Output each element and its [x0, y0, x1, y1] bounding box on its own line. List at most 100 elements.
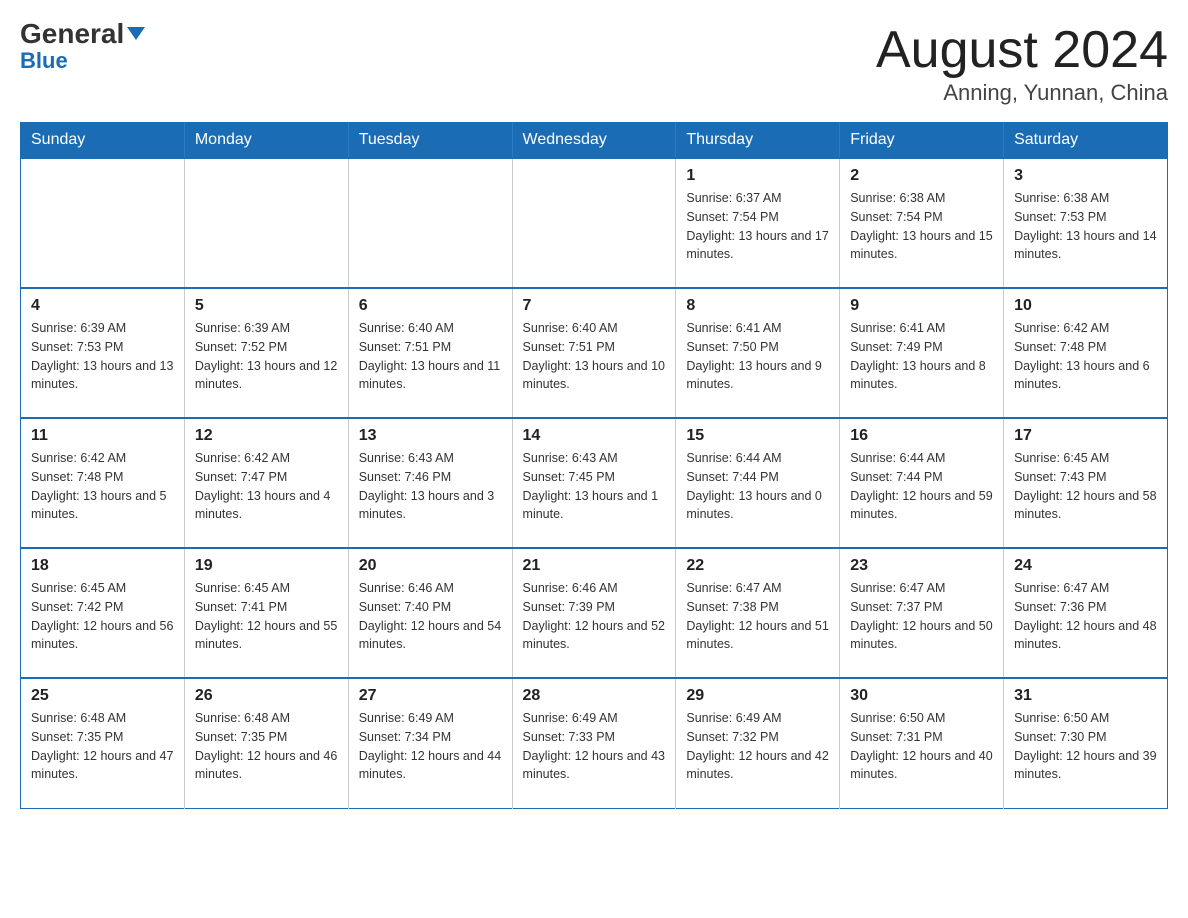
- calendar-cell: 18Sunrise: 6:45 AMSunset: 7:42 PMDayligh…: [21, 548, 185, 678]
- logo-general: General: [20, 20, 145, 48]
- month-title: August 2024: [876, 20, 1168, 80]
- day-info: Sunrise: 6:43 AMSunset: 7:45 PMDaylight:…: [523, 449, 666, 524]
- day-info: Sunrise: 6:46 AMSunset: 7:40 PMDaylight:…: [359, 579, 502, 654]
- day-info: Sunrise: 6:46 AMSunset: 7:39 PMDaylight:…: [523, 579, 666, 654]
- day-number: 5: [195, 297, 338, 315]
- calendar-cell: 23Sunrise: 6:47 AMSunset: 7:37 PMDayligh…: [840, 548, 1004, 678]
- day-number: 31: [1014, 687, 1157, 705]
- day-number: 28: [523, 687, 666, 705]
- week-row-4: 18Sunrise: 6:45 AMSunset: 7:42 PMDayligh…: [21, 548, 1168, 678]
- calendar-header-row: SundayMondayTuesdayWednesdayThursdayFrid…: [21, 123, 1168, 159]
- page-header: General Blue August 2024 Anning, Yunnan,…: [20, 20, 1168, 106]
- day-number: 17: [1014, 427, 1157, 445]
- calendar-cell: 14 Sunrise: 6:43 AMSunset: 7:45 PMDayligh…: [512, 418, 676, 548]
- day-info: Sunrise: 6:40 AMSunset: 7:51 PMDaylight:…: [523, 319, 666, 394]
- header-thursday: Thursday: [676, 123, 840, 159]
- calendar-cell: 4Sunrise: 6:39 AMSunset: 7:53 PMDaylight…: [21, 288, 185, 418]
- day-number: 6: [359, 297, 502, 315]
- day-info: Sunrise: 6:49 AMSunset: 7:34 PMDaylight:…: [359, 709, 502, 784]
- day-info: Sunrise: 6:42 AMSunset: 7:47 PMDaylight:…: [195, 449, 338, 524]
- day-number: 16: [850, 427, 993, 445]
- day-info: Sunrise: 6:48 AMSunset: 7:35 PMDaylight:…: [195, 709, 338, 784]
- calendar-cell: 8 Sunrise: 6:41 AMSunset: 7:50 PMDaylight…: [676, 288, 840, 418]
- day-number: 15: [686, 427, 829, 445]
- header-saturday: Saturday: [1004, 123, 1168, 159]
- calendar-cell: 17 Sunrise: 6:45 AMSunset: 7:43 PMDayligh…: [1004, 418, 1168, 548]
- day-number: 29: [686, 687, 829, 705]
- day-number: 1: [686, 167, 829, 185]
- day-info: Sunrise: 6:42 AMSunset: 7:48 PMDaylight:…: [1014, 319, 1157, 394]
- calendar-cell: [512, 158, 676, 288]
- day-number: 2: [850, 167, 993, 185]
- day-info: Sunrise: 6:44 AMSunset: 7:44 PMDaylight:…: [686, 449, 829, 524]
- day-number: 18: [31, 557, 174, 575]
- header-tuesday: Tuesday: [348, 123, 512, 159]
- week-row-2: 4Sunrise: 6:39 AMSunset: 7:53 PMDaylight…: [21, 288, 1168, 418]
- day-number: 8: [686, 297, 829, 315]
- header-wednesday: Wednesday: [512, 123, 676, 159]
- day-number: 23: [850, 557, 993, 575]
- day-info: Sunrise: 6:37 AMSunset: 7:54 PMDaylight:…: [686, 189, 829, 264]
- header-sunday: Sunday: [21, 123, 185, 159]
- day-info: Sunrise: 6:40 AMSunset: 7:51 PMDaylight:…: [359, 319, 502, 394]
- calendar-cell: 1 Sunrise: 6:37 AMSunset: 7:54 PMDaylight…: [676, 158, 840, 288]
- day-number: 4: [31, 297, 174, 315]
- calendar-cell: 5 Sunrise: 6:39 AMSunset: 7:52 PMDaylight…: [184, 288, 348, 418]
- day-info: Sunrise: 6:42 AMSunset: 7:48 PMDaylight:…: [31, 449, 174, 524]
- calendar-cell: 10 Sunrise: 6:42 AMSunset: 7:48 PMDayligh…: [1004, 288, 1168, 418]
- day-info: Sunrise: 6:48 AMSunset: 7:35 PMDaylight:…: [31, 709, 174, 784]
- logo-blue: Blue: [20, 48, 68, 74]
- day-number: 7: [523, 297, 666, 315]
- day-info: Sunrise: 6:41 AMSunset: 7:50 PMDaylight:…: [686, 319, 829, 394]
- calendar-cell: [348, 158, 512, 288]
- day-number: 21: [523, 557, 666, 575]
- day-info: Sunrise: 6:49 AMSunset: 7:33 PMDaylight:…: [523, 709, 666, 784]
- calendar-cell: 28 Sunrise: 6:49 AMSunset: 7:33 PMDayligh…: [512, 678, 676, 808]
- day-info: Sunrise: 6:38 AMSunset: 7:54 PMDaylight:…: [850, 189, 993, 264]
- calendar-cell: 27Sunrise: 6:49 AMSunset: 7:34 PMDayligh…: [348, 678, 512, 808]
- calendar-cell: [21, 158, 185, 288]
- calendar-cell: 24 Sunrise: 6:47 AMSunset: 7:36 PMDayligh…: [1004, 548, 1168, 678]
- day-info: Sunrise: 6:39 AMSunset: 7:52 PMDaylight:…: [195, 319, 338, 394]
- logo: General Blue: [20, 20, 145, 74]
- day-number: 22: [686, 557, 829, 575]
- day-number: 11: [31, 427, 174, 445]
- calendar-cell: 9Sunrise: 6:41 AMSunset: 7:49 PMDaylight…: [840, 288, 1004, 418]
- week-row-5: 25 Sunrise: 6:48 AMSunset: 7:35 PMDayligh…: [21, 678, 1168, 808]
- calendar-cell: 30 Sunrise: 6:50 AMSunset: 7:31 PMDayligh…: [840, 678, 1004, 808]
- day-info: Sunrise: 6:45 AMSunset: 7:41 PMDaylight:…: [195, 579, 338, 654]
- day-number: 13: [359, 427, 502, 445]
- title-area: August 2024 Anning, Yunnan, China: [876, 20, 1168, 106]
- day-info: Sunrise: 6:43 AMSunset: 7:46 PMDaylight:…: [359, 449, 502, 524]
- calendar-cell: 2 Sunrise: 6:38 AMSunset: 7:54 PMDaylight…: [840, 158, 1004, 288]
- day-info: Sunrise: 6:45 AMSunset: 7:43 PMDaylight:…: [1014, 449, 1157, 524]
- calendar-cell: 19Sunrise: 6:45 AMSunset: 7:41 PMDayligh…: [184, 548, 348, 678]
- calendar-cell: 15 Sunrise: 6:44 AMSunset: 7:44 PMDayligh…: [676, 418, 840, 548]
- day-number: 10: [1014, 297, 1157, 315]
- day-info: Sunrise: 6:50 AMSunset: 7:30 PMDaylight:…: [1014, 709, 1157, 784]
- day-info: Sunrise: 6:47 AMSunset: 7:38 PMDaylight:…: [686, 579, 829, 654]
- day-number: 26: [195, 687, 338, 705]
- day-info: Sunrise: 6:38 AMSunset: 7:53 PMDaylight:…: [1014, 189, 1157, 264]
- day-info: Sunrise: 6:49 AMSunset: 7:32 PMDaylight:…: [686, 709, 829, 784]
- calendar-cell: [184, 158, 348, 288]
- calendar-cell: 12Sunrise: 6:42 AMSunset: 7:47 PMDayligh…: [184, 418, 348, 548]
- day-number: 25: [31, 687, 174, 705]
- day-info: Sunrise: 6:44 AMSunset: 7:44 PMDaylight:…: [850, 449, 993, 524]
- calendar-cell: 25 Sunrise: 6:48 AMSunset: 7:35 PMDayligh…: [21, 678, 185, 808]
- calendar-cell: 7 Sunrise: 6:40 AMSunset: 7:51 PMDaylight…: [512, 288, 676, 418]
- calendar-cell: 16 Sunrise: 6:44 AMSunset: 7:44 PMDayligh…: [840, 418, 1004, 548]
- day-info: Sunrise: 6:50 AMSunset: 7:31 PMDaylight:…: [850, 709, 993, 784]
- day-info: Sunrise: 6:41 AMSunset: 7:49 PMDaylight:…: [850, 319, 993, 394]
- calendar-cell: 3 Sunrise: 6:38 AMSunset: 7:53 PMDaylight…: [1004, 158, 1168, 288]
- day-number: 30: [850, 687, 993, 705]
- week-row-3: 11 Sunrise: 6:42 AMSunset: 7:48 PMDayligh…: [21, 418, 1168, 548]
- calendar-cell: 6 Sunrise: 6:40 AMSunset: 7:51 PMDaylight…: [348, 288, 512, 418]
- day-number: 24: [1014, 557, 1157, 575]
- day-number: 3: [1014, 167, 1157, 185]
- location: Anning, Yunnan, China: [876, 80, 1168, 106]
- calendar-cell: 21 Sunrise: 6:46 AMSunset: 7:39 PMDayligh…: [512, 548, 676, 678]
- header-friday: Friday: [840, 123, 1004, 159]
- day-info: Sunrise: 6:47 AMSunset: 7:36 PMDaylight:…: [1014, 579, 1157, 654]
- day-number: 14: [523, 427, 666, 445]
